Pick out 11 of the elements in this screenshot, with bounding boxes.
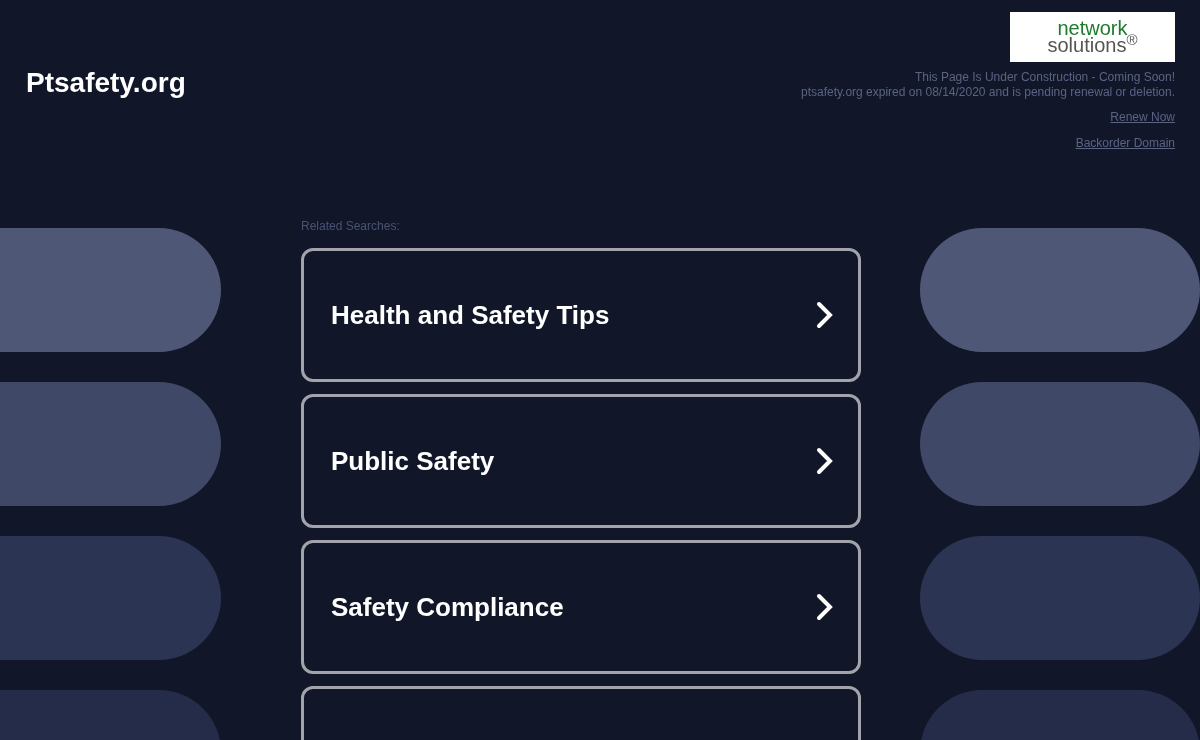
search-result-link[interactable]: Public Safety bbox=[301, 394, 861, 528]
notice-text: ptsafety.org expired on 08/14/2020 and is pending renewal or deletion. bbox=[800, 85, 1175, 100]
chevron-right-icon bbox=[816, 593, 834, 621]
site-title: Ptsafety.org bbox=[26, 66, 186, 100]
search-result-link[interactable]: Safety Compliance bbox=[301, 540, 861, 674]
logo: network solutions$^{®}$ bbox=[1010, 12, 1175, 62]
notice-text: This Page Is Under Construction - Coming Soon! bbox=[914, 70, 1175, 85]
chevron-right-icon bbox=[816, 447, 834, 475]
chevron-right-icon bbox=[816, 301, 834, 329]
related-searches-label: Related Searches: bbox=[301, 218, 401, 235]
search-result-link[interactable]: Health and Safety Tips bbox=[301, 248, 861, 382]
